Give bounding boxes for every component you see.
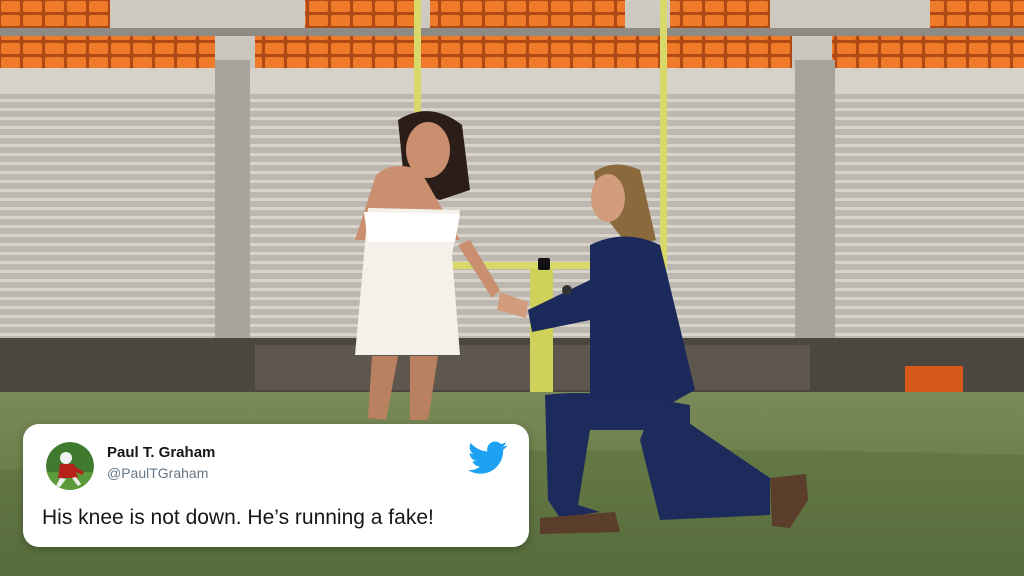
goalpost-right-upright — [660, 0, 667, 268]
twitter-bird-icon[interactable] — [468, 441, 508, 475]
author-name[interactable]: Paul T. Graham — [107, 444, 215, 461]
football-player-avatar-icon — [46, 442, 94, 490]
bleachers-right — [832, 94, 1024, 339]
tweet-text: His knee is not down. He’s running a fak… — [42, 506, 434, 529]
author-avatar[interactable] — [46, 442, 94, 490]
bleachers-left — [0, 94, 220, 339]
tweet-card[interactable]: Paul T. Graham @PaulTGraham His knee is … — [23, 424, 529, 547]
author-handle[interactable]: @PaulTGraham — [107, 465, 208, 481]
orange-seats — [0, 36, 215, 68]
orange-seats-top — [0, 0, 110, 28]
